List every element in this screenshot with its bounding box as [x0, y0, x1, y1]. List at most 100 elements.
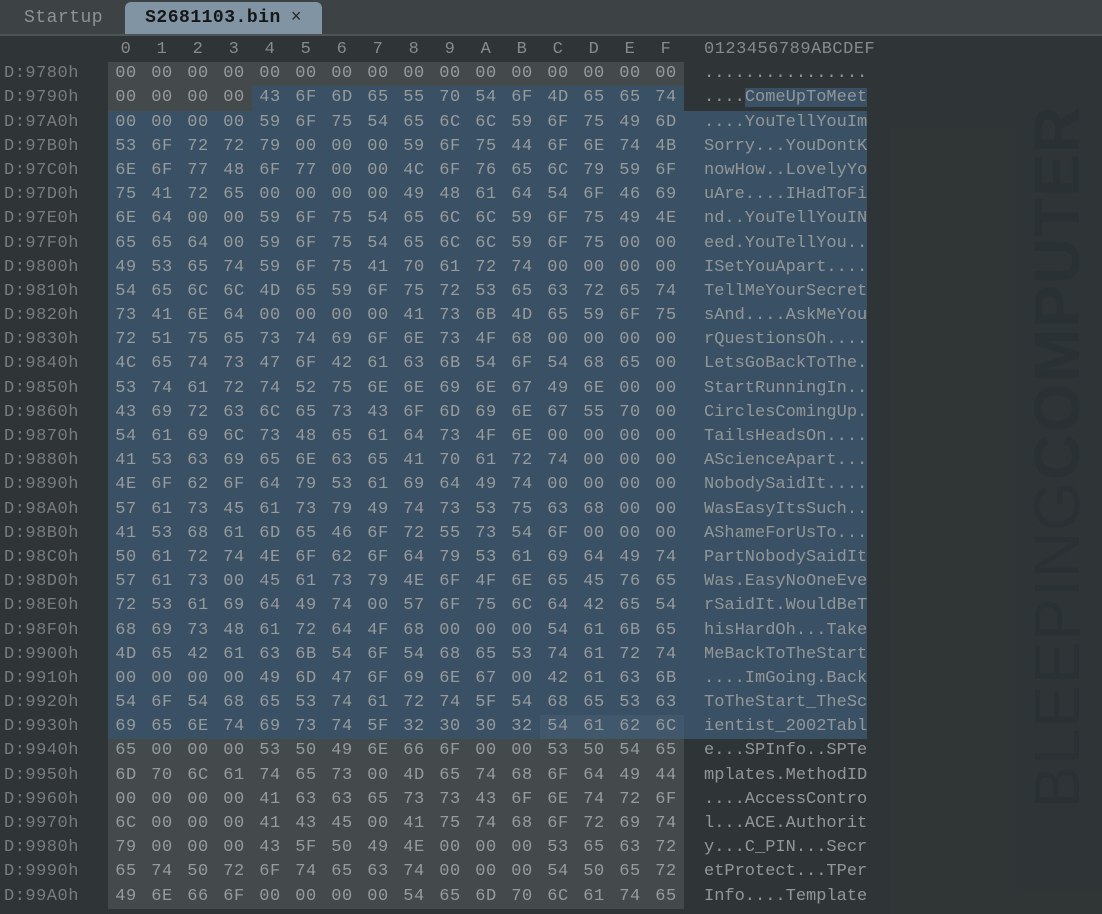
hex-byte[interactable]: 62: [180, 473, 216, 497]
hex-byte[interactable]: 64: [324, 619, 360, 643]
hex-byte[interactable]: 4D: [396, 764, 432, 788]
hex-byte[interactable]: 00: [432, 836, 468, 860]
hex-byte[interactable]: 79: [576, 159, 612, 183]
hex-byte[interactable]: 72: [468, 256, 504, 280]
hex-byte[interactable]: 00: [468, 860, 504, 884]
hex-byte[interactable]: 73: [324, 401, 360, 425]
hex-byte[interactable]: 61: [252, 498, 288, 522]
hex-byte[interactable]: 73: [432, 788, 468, 812]
hex-byte[interactable]: 53: [540, 739, 576, 763]
hex-byte[interactable]: 75: [396, 280, 432, 304]
ascii-cell[interactable]: ISetYouApart....: [684, 256, 867, 280]
hex-byte[interactable]: 6F: [432, 135, 468, 159]
hex-byte[interactable]: 59: [396, 135, 432, 159]
hex-byte[interactable]: 62: [324, 546, 360, 570]
hex-byte[interactable]: 65: [144, 643, 180, 667]
hex-byte[interactable]: 64: [396, 425, 432, 449]
hex-byte[interactable]: 61: [576, 667, 612, 691]
hex-byte[interactable]: 76: [468, 159, 504, 183]
hex-byte[interactable]: 00: [360, 183, 396, 207]
hex-byte[interactable]: 73: [180, 619, 216, 643]
hex-byte[interactable]: 50: [180, 860, 216, 884]
hex-byte[interactable]: 68: [576, 498, 612, 522]
hex-byte[interactable]: 74: [288, 860, 324, 884]
hex-byte[interactable]: 00: [180, 207, 216, 231]
hex-byte[interactable]: 73: [216, 352, 252, 376]
hex-byte[interactable]: 00: [540, 425, 576, 449]
hex-byte[interactable]: 00: [252, 885, 288, 909]
hex-byte[interactable]: 41: [144, 304, 180, 328]
hex-byte[interactable]: 00: [324, 62, 360, 86]
hex-byte[interactable]: 6F: [540, 764, 576, 788]
hex-byte[interactable]: 65: [468, 643, 504, 667]
hex-byte[interactable]: 53: [540, 836, 576, 860]
hex-byte[interactable]: 73: [288, 715, 324, 739]
ascii-cell[interactable]: eed.YouTellYou..: [684, 232, 867, 256]
hex-byte[interactable]: 77: [180, 159, 216, 183]
hex-byte[interactable]: 6C: [216, 280, 252, 304]
hex-byte[interactable]: 63: [540, 280, 576, 304]
hex-row[interactable]: D:9890h4E6F626F647953616964497400000000N…: [0, 473, 1102, 497]
hex-byte[interactable]: 00: [648, 328, 684, 352]
hex-byte[interactable]: 00: [432, 860, 468, 884]
hex-byte[interactable]: 65: [324, 860, 360, 884]
hex-byte[interactable]: 54: [360, 207, 396, 231]
hex-byte[interactable]: 55: [432, 522, 468, 546]
hex-byte[interactable]: 49: [324, 739, 360, 763]
hex-row[interactable]: D:9920h546F54686553746172745F5468655363T…: [0, 691, 1102, 715]
hex-byte[interactable]: 74: [288, 328, 324, 352]
hex-byte[interactable]: 59: [324, 280, 360, 304]
hex-byte[interactable]: 72: [216, 860, 252, 884]
hex-byte[interactable]: 54: [540, 352, 576, 376]
hex-byte[interactable]: 6F: [396, 401, 432, 425]
hex-byte[interactable]: 00: [144, 788, 180, 812]
hex-byte[interactable]: 65: [252, 449, 288, 473]
ascii-cell[interactable]: l...ACE.Authorit: [684, 812, 867, 836]
hex-byte[interactable]: 64: [504, 183, 540, 207]
hex-byte[interactable]: 72: [288, 619, 324, 643]
ascii-cell[interactable]: ....YouTellYouIm: [684, 111, 867, 135]
hex-byte[interactable]: 59: [576, 304, 612, 328]
hex-byte[interactable]: 74: [468, 812, 504, 836]
hex-byte[interactable]: 00: [288, 304, 324, 328]
hex-row[interactable]: D:9990h657450726F7465637400000054506572e…: [0, 860, 1102, 884]
hex-byte[interactable]: 6F: [432, 594, 468, 618]
hex-row[interactable]: D:97F0h65656400596F7554656C6C596F750000e…: [0, 232, 1102, 256]
hex-byte[interactable]: 62: [612, 715, 648, 739]
hex-byte[interactable]: 54: [108, 425, 144, 449]
hex-byte[interactable]: 6F: [432, 570, 468, 594]
hex-row[interactable]: D:98E0h7253616964497400576F756C64426554r…: [0, 594, 1102, 618]
hex-byte[interactable]: 69: [468, 401, 504, 425]
hex-byte[interactable]: 00: [576, 256, 612, 280]
hex-byte[interactable]: 79: [432, 546, 468, 570]
hex-byte[interactable]: 69: [432, 377, 468, 401]
ascii-cell[interactable]: MeBackToTheStart: [684, 643, 867, 667]
hex-byte[interactable]: 73: [432, 304, 468, 328]
hex-byte[interactable]: 6D: [252, 522, 288, 546]
hex-byte[interactable]: 00: [504, 739, 540, 763]
hex-byte[interactable]: 69: [108, 715, 144, 739]
hex-byte[interactable]: 65: [144, 352, 180, 376]
hex-byte[interactable]: 6B: [288, 643, 324, 667]
hex-byte[interactable]: 42: [540, 667, 576, 691]
hex-byte[interactable]: 75: [468, 135, 504, 159]
hex-byte[interactable]: 00: [216, 62, 252, 86]
hex-byte[interactable]: 43: [288, 812, 324, 836]
hex-byte[interactable]: 69: [540, 546, 576, 570]
hex-byte[interactable]: 4E: [396, 570, 432, 594]
hex-byte[interactable]: 74: [576, 788, 612, 812]
hex-byte[interactable]: 67: [468, 667, 504, 691]
hex-byte[interactable]: 42: [576, 594, 612, 618]
hex-row[interactable]: D:9950h6D706C61746573004D6574686F644944m…: [0, 764, 1102, 788]
hex-byte[interactable]: 52: [288, 377, 324, 401]
hex-row[interactable]: D:97E0h6E640000596F7554656C6C596F75494En…: [0, 207, 1102, 231]
hex-byte[interactable]: 65: [396, 232, 432, 256]
hex-byte[interactable]: 59: [504, 207, 540, 231]
hex-byte[interactable]: 00: [324, 304, 360, 328]
ascii-cell[interactable]: StartRunningIn..: [684, 377, 867, 401]
hex-byte[interactable]: 53: [288, 691, 324, 715]
hex-byte[interactable]: 6C: [468, 232, 504, 256]
hex-byte[interactable]: 6F: [540, 111, 576, 135]
hex-byte[interactable]: 61: [144, 546, 180, 570]
hex-byte[interactable]: 79: [108, 836, 144, 860]
